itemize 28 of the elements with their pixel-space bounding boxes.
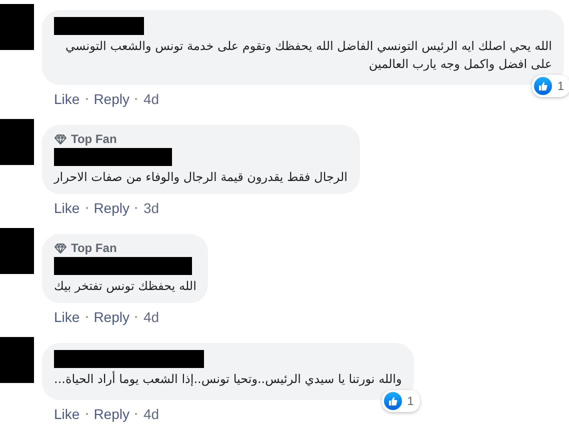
reply-link[interactable]: Reply — [94, 406, 130, 422]
like-link[interactable]: Like — [54, 91, 80, 107]
like-icon — [384, 392, 402, 410]
like-link[interactable]: Like — [54, 406, 80, 422]
comment-text: الله يحي اصلك ايه الرئيس التونسي الفاضل الله يحفظك وتقوم على خدمة تونس والشعب التونسي على افضل واكمل وجه يارب العالمين — [64, 38, 552, 73]
comment-text: والله نورتنا يا سيدي الرئيس..وتحيا تونس..إذا الشعب يوما أراد الحياة... — [54, 370, 402, 388]
like-link[interactable]: Like — [54, 309, 80, 325]
reaction-count[interactable]: 1 — [382, 390, 420, 412]
redacted-avatar — [0, 119, 34, 165]
reaction-count[interactable]: 1 — [532, 75, 569, 97]
timestamp[interactable]: 4d — [143, 91, 160, 107]
timestamp[interactable]: 4d — [143, 309, 160, 325]
reply-link[interactable]: Reply — [94, 200, 130, 216]
timestamp[interactable]: 3d — [143, 200, 160, 216]
top-fan-label: Top Fan — [71, 241, 117, 255]
redacted-avatar — [0, 228, 34, 274]
timestamp[interactable]: 4d — [143, 406, 160, 422]
comment-text: الرجال فقط يقدرون قيمة الرجال والوفاء من صفات الاحرار — [54, 169, 348, 186]
like-icon — [534, 77, 552, 95]
redacted-avatar — [0, 337, 34, 383]
reply-link[interactable]: Reply — [94, 91, 130, 107]
top-fan-label: Top Fan — [71, 132, 117, 146]
redacted-avatar — [0, 4, 34, 50]
diamond-icon — [54, 134, 67, 144]
reply-link[interactable]: Reply — [94, 309, 130, 325]
like-link[interactable]: Like — [54, 200, 80, 216]
comment-text: الله يحفظك تونس تفتخر بيك — [54, 278, 196, 295]
diamond-icon — [54, 242, 67, 254]
